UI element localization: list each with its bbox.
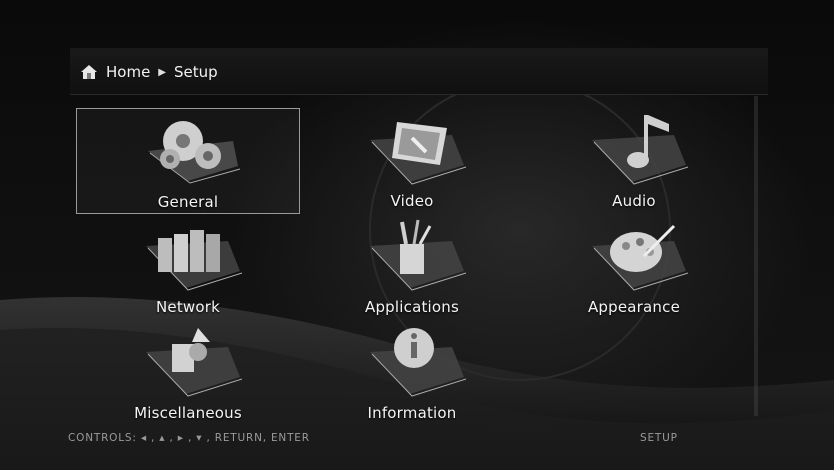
header-divider [70, 94, 768, 95]
video-screen-icon [370, 122, 467, 185]
menu-item-applications[interactable]: Applications [300, 214, 524, 320]
menu-item-video[interactable]: Video [300, 108, 524, 214]
menu-item-label: Information [367, 404, 457, 422]
footer-bar: CONTROLS: ◂ , ▴ , ▸ , ▾ , RETURN, ENTER … [68, 432, 768, 448]
menu-item-label: Appearance [587, 298, 681, 316]
scroll-track [754, 96, 758, 416]
menu-item-label: Applications [364, 298, 460, 316]
menu-item-appearance[interactable]: Appearance [522, 214, 746, 320]
menu-item-label: Miscellaneous [134, 404, 242, 422]
controls-hint: CONTROLS: ◂ , ▴ , ▸ , ▾ , RETURN, ENTER [68, 432, 310, 444]
misc-shapes-icon [146, 328, 243, 397]
breadcrumb-home[interactable]: Home [106, 63, 150, 81]
menu-item-label: Audio [612, 192, 656, 210]
info-icon [370, 328, 467, 397]
footer-setup: SETUP [640, 432, 678, 444]
music-note-icon [592, 115, 689, 185]
breadcrumb-current: Setup [174, 63, 218, 81]
menu-item-information[interactable]: Information [300, 320, 524, 426]
menu-item-general[interactable]: General [76, 108, 300, 214]
home-icon[interactable] [80, 63, 98, 81]
gears-icon [148, 121, 241, 184]
menu-item-miscellaneous[interactable]: Miscellaneous [76, 320, 300, 426]
paint-palette-icon [592, 224, 689, 291]
network-servers-icon [146, 230, 243, 291]
triangle-right-icon: ▶ [158, 66, 166, 78]
setup-screen: Home ▶ Setup General Video Audio Network… [0, 0, 834, 470]
breadcrumb: Home ▶ Setup [80, 60, 218, 84]
menu-item-label: Video [390, 192, 434, 210]
tools-cup-icon [370, 219, 467, 291]
menu-item-network[interactable]: Network [76, 214, 300, 320]
menu-item-label: General [157, 193, 219, 211]
menu-item-audio[interactable]: Audio [522, 108, 746, 214]
menu-item-label: Network [155, 298, 221, 316]
